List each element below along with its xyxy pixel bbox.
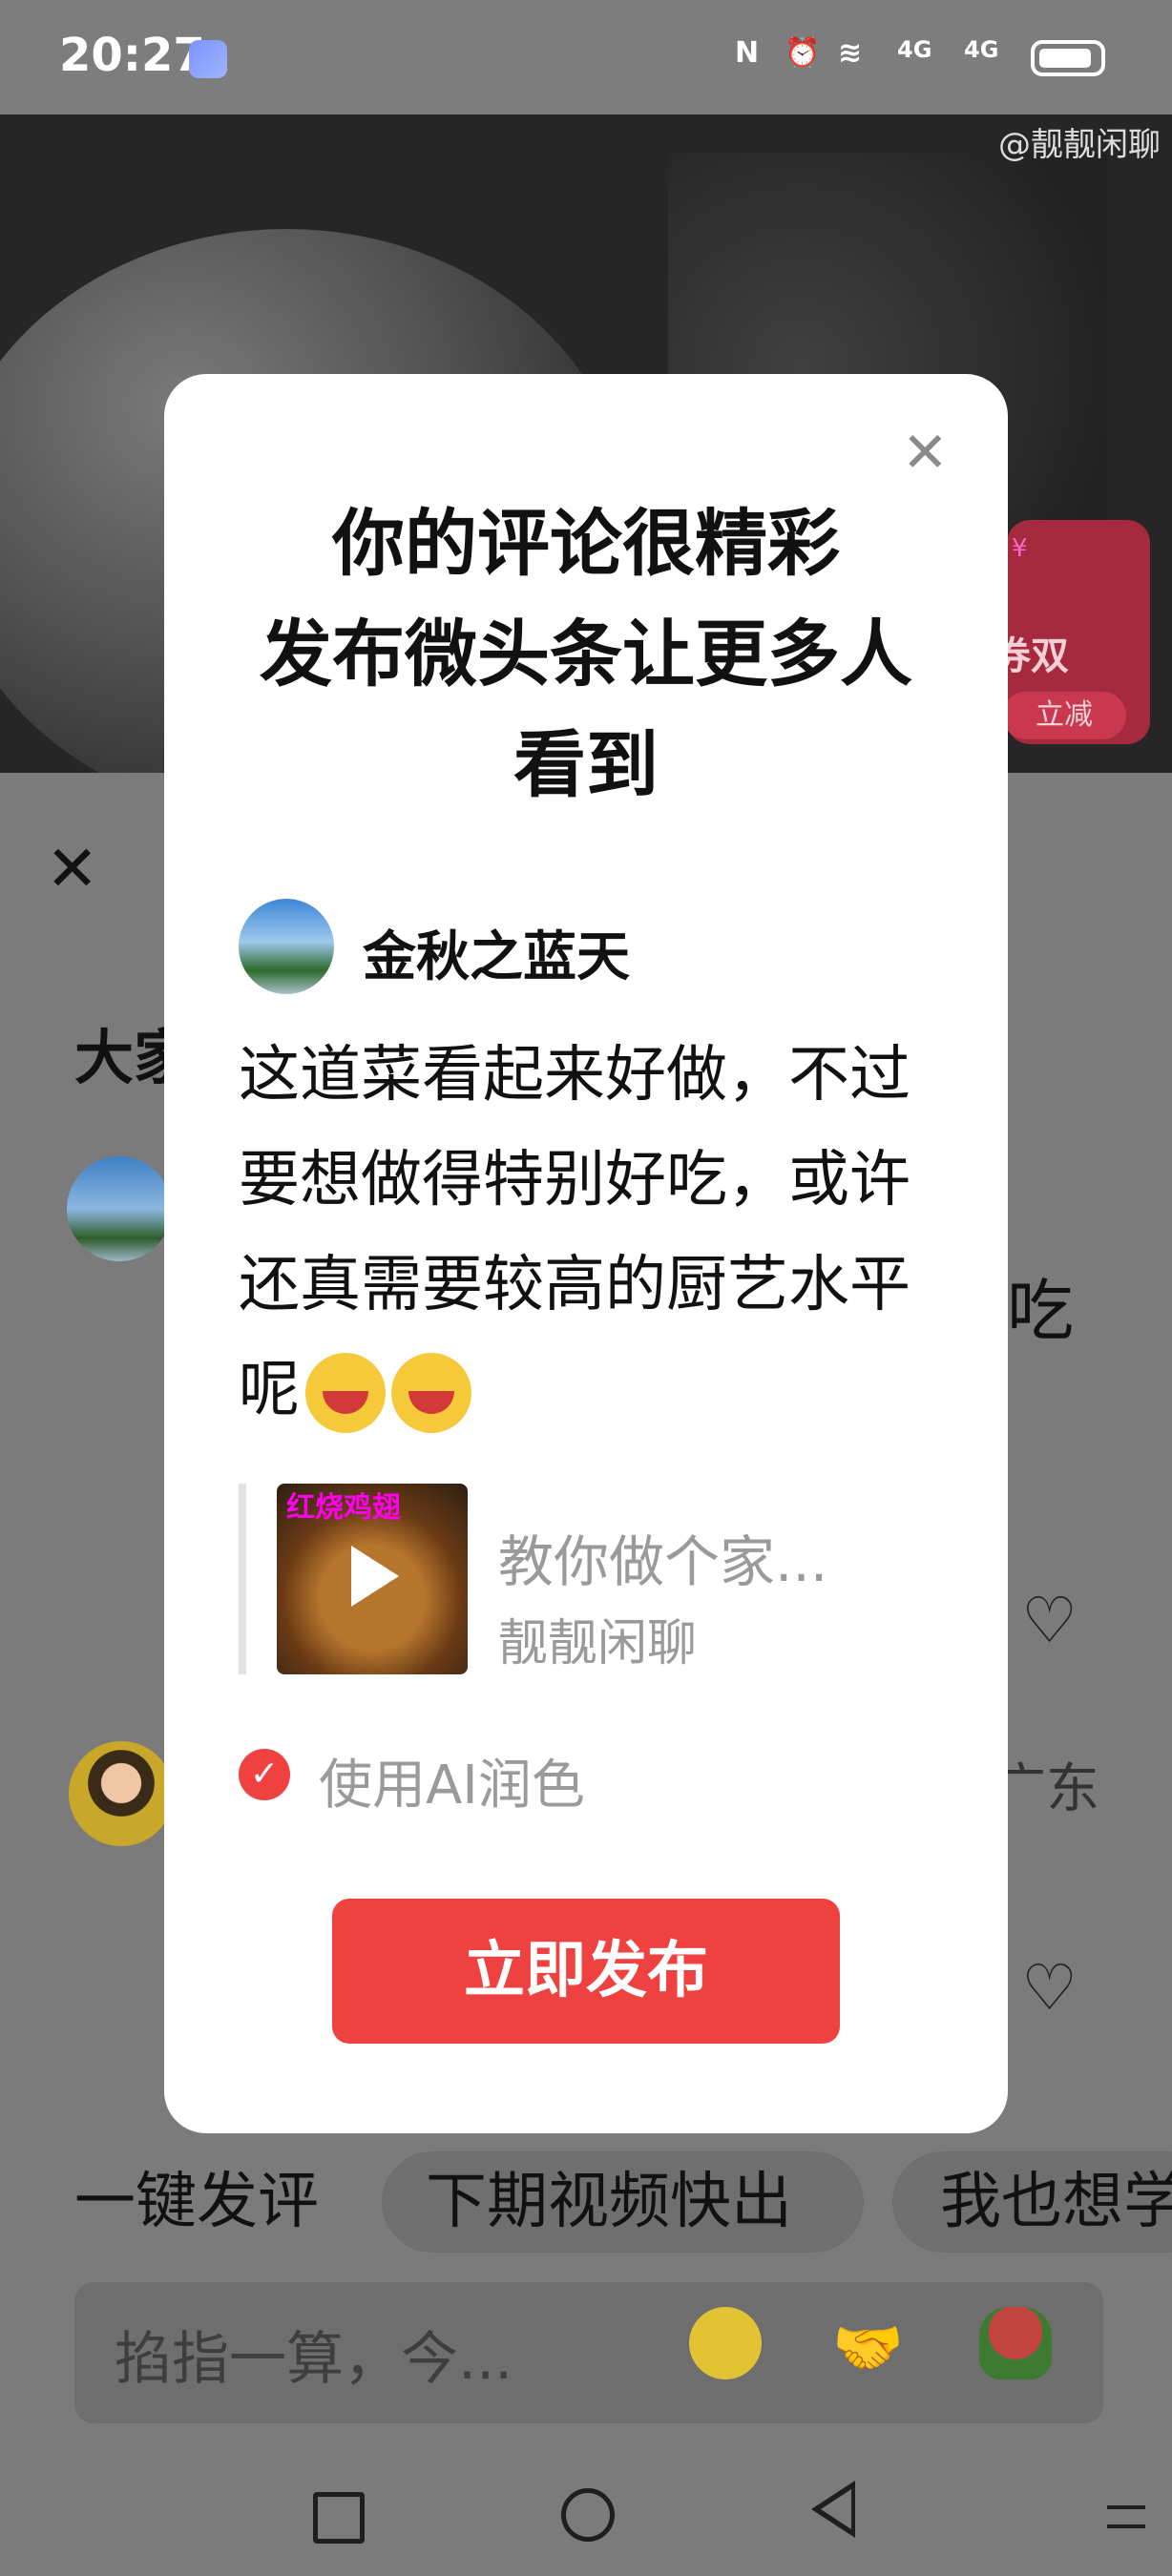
promo-discount: 立减: [1002, 692, 1126, 739]
comment-location: 广东: [993, 1758, 1099, 1820]
nfc-icon: N: [735, 36, 760, 70]
avatar[interactable]: [69, 1741, 174, 1846]
back-icon-inner: [821, 2489, 851, 2529]
quote-divider: [239, 1484, 246, 1674]
rose-emoji-icon[interactable]: [979, 2307, 1052, 2379]
quick-reply-chip[interactable]: 我也想学: [892, 2151, 1172, 2253]
comment-text-fragment: 吃: [1007, 1272, 1074, 1350]
app-notification-icon: [189, 40, 227, 78]
laugh-emoji-icon[interactable]: [689, 2307, 762, 2379]
author-name: 金秋之蓝天: [363, 926, 630, 988]
author-avatar: [239, 899, 334, 994]
video-title: 教你做个家...: [498, 1529, 828, 1594]
video-watermark: @靓靓闲聊: [998, 126, 1161, 164]
recents-icon[interactable]: [313, 2492, 365, 2544]
heart-icon[interactable]: ♡: [1021, 1951, 1078, 2025]
comment-text: 这道菜看起来好做，不过要想做得特别好吃，或许还真需要较高的厨艺水平呢: [239, 1023, 945, 1443]
signal-4g-icon: 4G: [964, 36, 999, 63]
alarm-icon: ⏰: [785, 36, 821, 70]
ai-polish-checkbox[interactable]: ✓: [239, 1749, 290, 1800]
wifi-icon: ≋: [838, 36, 863, 70]
handshake-emoji-icon[interactable]: 🤝: [832, 2314, 904, 2381]
laugh-emoji-icon: [305, 1353, 386, 1434]
home-icon[interactable]: [561, 2488, 615, 2542]
close-icon[interactable]: ✕: [902, 425, 949, 480]
quick-reply-chip[interactable]: 一键发评: [74, 2151, 319, 2253]
thumbnail-caption: 红烧鸡翅: [286, 1491, 401, 1525]
signal-4g-icon: 4G: [897, 36, 932, 63]
ai-polish-label[interactable]: 使用AI润色: [319, 1742, 585, 1819]
publish-button[interactable]: 立即发布: [332, 1899, 840, 2044]
quick-reply-chip[interactable]: 下期视频快出: [382, 2151, 864, 2253]
comment-input-placeholder: 掐指一算，今...: [115, 2326, 513, 2393]
play-icon[interactable]: [351, 1546, 399, 1607]
dialog-title: 你的评论很精彩 发布微头条让更多人 看到: [260, 501, 912, 807]
menu-icon[interactable]: [1107, 2505, 1145, 2528]
promo-coupon-icon: ¥: [1012, 534, 1028, 563]
laugh-emoji-icon: [391, 1353, 471, 1434]
video-author: 靓靓闲聊: [498, 1615, 698, 1672]
close-icon[interactable]: ✕: [46, 838, 98, 901]
avatar[interactable]: [67, 1156, 172, 1261]
battery-icon: [1031, 40, 1105, 76]
status-time: 20:27: [59, 29, 205, 82]
heart-icon[interactable]: ♡: [1021, 1584, 1078, 1657]
